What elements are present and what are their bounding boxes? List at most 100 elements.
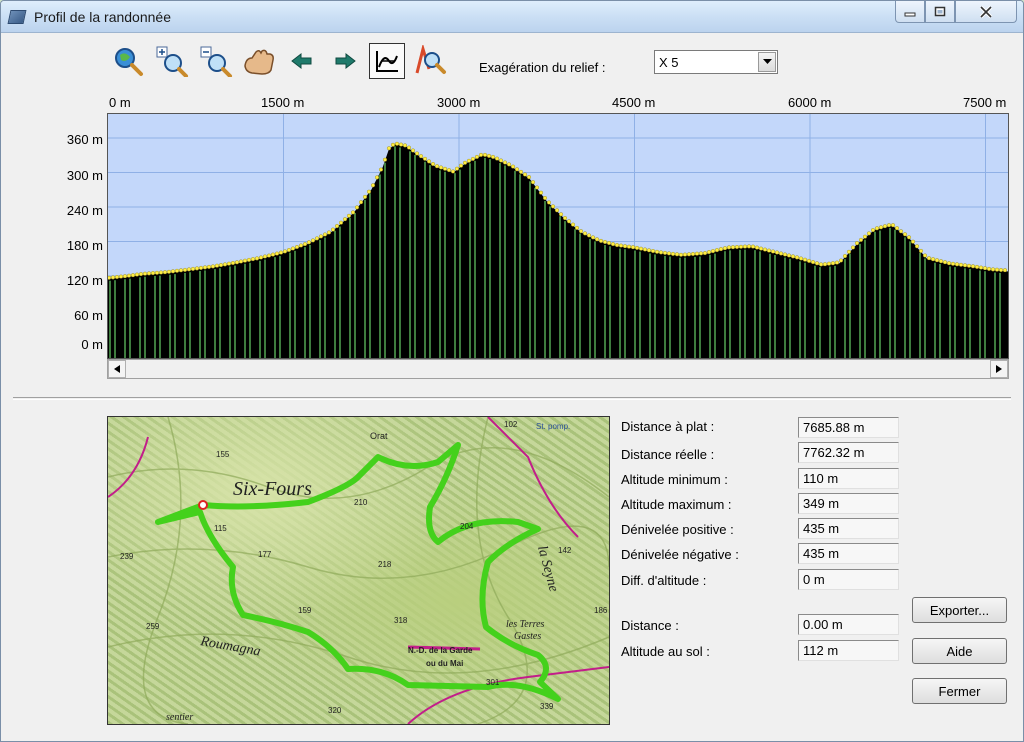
elevation-label: 210 xyxy=(354,498,368,507)
app-icon xyxy=(7,10,27,24)
profile-point xyxy=(715,248,720,253)
profile-point xyxy=(143,271,148,276)
profile-point xyxy=(210,264,215,269)
x-tick-label: 7500 m xyxy=(963,95,1007,110)
profile-point xyxy=(226,261,231,266)
scroll-right-button[interactable] xyxy=(990,360,1008,378)
scroll-left-button[interactable] xyxy=(108,360,126,378)
elevation-label: 155 xyxy=(216,450,230,459)
next-view-button[interactable] xyxy=(327,44,363,78)
y-tick-label: 240 m xyxy=(66,203,103,218)
route-map[interactable]: Six-Fours Roumagna N.-D. de la Garde ou … xyxy=(107,416,610,725)
profile-point xyxy=(358,200,363,205)
zoom-out-button[interactable] xyxy=(198,44,234,78)
profile-point xyxy=(439,165,444,170)
distance-flat-label: Distance à plat : xyxy=(621,419,715,434)
previous-view-button[interactable] xyxy=(284,44,320,78)
profile-point xyxy=(647,248,652,253)
profile-point xyxy=(975,264,980,269)
y-tick-label: 360 m xyxy=(66,132,103,147)
map-label-roumagna: Roumagna xyxy=(198,634,261,659)
profile-point xyxy=(855,241,860,246)
profile-point xyxy=(727,245,732,250)
profile-point xyxy=(983,266,988,271)
exaggeration-select[interactable]: X 5 xyxy=(654,50,778,74)
profile-point xyxy=(767,248,772,253)
profile-point xyxy=(435,164,440,169)
profile-point xyxy=(683,252,688,257)
elevation-label: 186 xyxy=(594,606,608,615)
close-window-button[interactable] xyxy=(955,1,1017,23)
y-tick-label: 120 m xyxy=(66,273,103,288)
profile-point xyxy=(535,185,540,190)
profile-point xyxy=(711,249,716,254)
contour-lines xyxy=(108,417,609,724)
profile-point xyxy=(286,247,291,252)
altitude-diff-label: Diff. d'altitude : xyxy=(621,573,707,588)
profile-point xyxy=(346,213,351,218)
map-label-mai: ou du Mai xyxy=(426,659,463,668)
profile-point xyxy=(298,243,303,248)
profile-point xyxy=(258,255,263,260)
profile-point xyxy=(987,266,992,271)
profile-point xyxy=(194,266,199,271)
exaggeration-value: X 5 xyxy=(659,55,679,70)
zoom-in-button[interactable] xyxy=(154,44,190,78)
profile-point xyxy=(503,160,508,165)
pan-button[interactable] xyxy=(241,44,277,78)
profile-point xyxy=(155,270,160,275)
profile-view-icon xyxy=(376,51,398,72)
profile-point xyxy=(583,231,588,236)
profile-point xyxy=(318,234,323,239)
map-label-gastes: Gastes xyxy=(514,631,541,642)
profile-point xyxy=(443,166,448,171)
minimize-button[interactable] xyxy=(895,1,925,23)
profile-point xyxy=(242,258,247,263)
profile-point xyxy=(707,250,712,255)
profile-point xyxy=(783,252,788,257)
elevation-label: 204 xyxy=(460,522,474,531)
profile-horizontal-scrollbar[interactable] xyxy=(107,359,1009,379)
profile-point xyxy=(515,167,520,172)
profile-point xyxy=(775,250,780,255)
profile-point xyxy=(739,244,744,249)
profile-point xyxy=(831,261,836,266)
profile-point xyxy=(302,242,307,247)
profile-point xyxy=(947,261,952,266)
y-tick-label: 0 m xyxy=(81,337,103,352)
profile-point xyxy=(811,260,816,265)
zoom-extent-button[interactable] xyxy=(110,44,146,78)
profile-point xyxy=(431,162,436,167)
profile-point xyxy=(350,210,355,215)
profile-point xyxy=(679,252,684,257)
track-zoom-button[interactable] xyxy=(412,44,448,78)
map-overlay: Six-Fours Roumagna N.-D. de la Garde ou … xyxy=(108,417,609,724)
dropdown-arrow-button[interactable] xyxy=(758,52,776,72)
profile-point xyxy=(883,224,888,229)
profile-point xyxy=(495,156,500,161)
elevation-label: 301 xyxy=(486,678,500,687)
export-button[interactable]: Exporter... xyxy=(912,597,1007,623)
maximize-button[interactable] xyxy=(925,1,955,23)
profile-point xyxy=(563,216,568,221)
profile-point xyxy=(131,273,136,278)
profile-point xyxy=(791,254,796,259)
profile-point xyxy=(915,244,920,249)
zoom-extent-icon xyxy=(115,48,143,76)
profile-point xyxy=(151,271,156,276)
profile-point xyxy=(1003,268,1008,273)
profile-point xyxy=(703,251,708,256)
profile-point xyxy=(108,275,111,280)
profile-point xyxy=(927,256,932,261)
elevation-profile-chart[interactable] xyxy=(107,113,1009,359)
help-button[interactable]: Aide xyxy=(912,638,1007,664)
maximize-icon xyxy=(934,6,946,17)
profile-point xyxy=(274,251,279,256)
profile-view-button[interactable] xyxy=(369,43,405,79)
profile-point xyxy=(147,271,152,276)
profile-point xyxy=(747,244,752,249)
map-label-sentier: sentier xyxy=(166,712,193,723)
profile-point xyxy=(667,251,672,256)
profile-point xyxy=(867,231,872,236)
close-button[interactable]: Fermer xyxy=(912,678,1007,704)
